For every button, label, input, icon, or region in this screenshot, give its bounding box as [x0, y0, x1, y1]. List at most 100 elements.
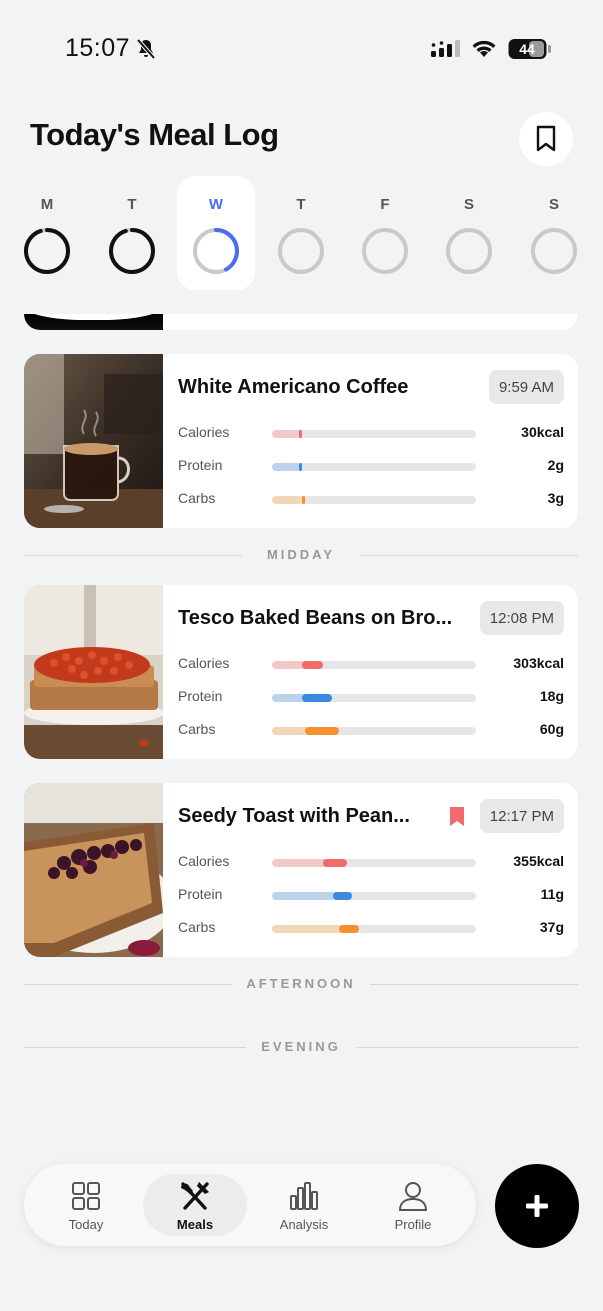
section-label: AFTERNOON: [246, 976, 356, 991]
meal-time[interactable]: 12:17 PM: [479, 799, 564, 833]
meal-name: White Americano Coffee: [178, 376, 409, 398]
section-divider-midday: MIDDAY: [24, 545, 578, 565]
carbs-row: Carbs 60g: [178, 721, 564, 741]
day-progress-ring: [446, 228, 492, 274]
meal-card-partial[interactable]: [24, 314, 578, 330]
day-progress-ring: [531, 228, 577, 274]
calories-row: Calories 303kcal: [178, 655, 564, 675]
tab-analysis[interactable]: Analysis: [252, 1174, 356, 1236]
bookmark-icon: [536, 125, 556, 152]
tab-label: Analysis: [279, 1217, 329, 1232]
day-label: S: [548, 196, 559, 213]
day-label: S: [463, 196, 474, 213]
bar-chart-icon: [288, 1180, 320, 1217]
day-progress-ring: [362, 228, 408, 274]
calories-label: Calories: [178, 424, 230, 440]
day-progress-ring: [278, 228, 324, 274]
bottom-tab-bar: Today Meals Analysis Profile: [24, 1164, 476, 1246]
section-divider-evening: EVENING: [24, 1037, 578, 1057]
calories-label: Calories: [178, 655, 230, 671]
meal-photo-toast: [24, 783, 174, 957]
carbs-label: Carbs: [178, 490, 216, 506]
meal-photo-beans: [24, 585, 164, 759]
day-label: M: [40, 196, 54, 213]
calories-bar: [272, 859, 476, 867]
meal-name: Seedy Toast with Pean...: [178, 805, 410, 827]
meal-card[interactable]: Tesco Baked Beans on Bro... 12:08 PM Cal…: [24, 585, 578, 759]
day-0[interactable]: M: [8, 176, 86, 290]
meal-photo-coffee: [24, 354, 164, 528]
protein-row: Protein 2g: [178, 457, 564, 477]
calories-row: Calories 355kcal: [178, 853, 564, 873]
section-divider-afternoon: AFTERNOON: [24, 974, 578, 994]
meal-card[interactable]: White Americano Coffee 9:59 AM Calories …: [24, 354, 578, 528]
meal-photo: [24, 314, 163, 330]
week-selector: MTWTFSS: [0, 176, 603, 292]
carbs-label: Carbs: [178, 919, 216, 935]
page-title: Today's Meal Log: [30, 117, 279, 152]
day-5[interactable]: S: [430, 176, 508, 290]
carbs-row: Carbs 3g: [178, 490, 564, 510]
wifi-icon: [470, 37, 498, 64]
tab-label: Meals: [176, 1217, 214, 1232]
tab-meals[interactable]: Meals: [143, 1174, 247, 1236]
day-label: T: [296, 196, 306, 213]
day-progress-ring: [24, 228, 70, 274]
protein-bar: [272, 694, 476, 702]
tab-today[interactable]: Today: [34, 1174, 138, 1236]
person-icon: [397, 1180, 429, 1217]
carbs-label: Carbs: [178, 721, 216, 737]
add-meal-button[interactable]: [495, 1164, 579, 1248]
bookmark-filled-icon[interactable]: [450, 807, 464, 831]
protein-row: Protein 11g: [178, 886, 564, 906]
calories-label: Calories: [178, 853, 230, 869]
carbs-bar: [272, 727, 476, 735]
meal-name: Tesco Baked Beans on Bro...: [178, 607, 453, 629]
tab-label: Profile: [394, 1217, 432, 1232]
calories-bar: [272, 661, 476, 669]
day-progress-ring: [109, 228, 155, 274]
protein-bar: [272, 892, 476, 900]
bell-muted-icon: [134, 37, 158, 66]
day-3[interactable]: T: [262, 176, 340, 290]
status-time: 15:07: [65, 34, 131, 62]
day-2[interactable]: W: [177, 176, 255, 290]
day-label: F: [380, 196, 390, 213]
fork-knife-icon: [179, 1180, 211, 1217]
day-progress-ring: [193, 228, 239, 274]
protein-label: Protein: [178, 688, 223, 704]
tab-profile[interactable]: Profile: [361, 1174, 465, 1236]
carbs-value: 60g: [539, 721, 564, 737]
day-4[interactable]: F: [346, 176, 424, 290]
protein-value: 2g: [547, 457, 564, 473]
battery-icon: 44: [508, 38, 551, 59]
calories-value: 355kcal: [513, 853, 564, 869]
carbs-value: 37g: [539, 919, 564, 935]
protein-value: 11g: [540, 886, 564, 902]
calories-value: 303kcal: [513, 655, 564, 671]
section-label: MIDDAY: [266, 547, 336, 562]
protein-bar: [272, 463, 476, 471]
status-bar: 15:07 44: [0, 0, 603, 96]
calories-bar: [272, 430, 476, 438]
day-1[interactable]: T: [93, 176, 171, 290]
protein-label: Protein: [178, 886, 223, 902]
meal-card[interactable]: Seedy Toast with Pean... 12:17 PM Calori…: [24, 783, 578, 957]
carbs-bar: [272, 496, 476, 504]
protein-row: Protein 18g: [178, 688, 564, 708]
saved-meals-button[interactable]: [519, 112, 573, 166]
calories-value: 30kcal: [521, 424, 564, 440]
calories-row: Calories 30kcal: [178, 424, 564, 444]
meal-feed[interactable]: White Americano Coffee 9:59 AM Calories …: [0, 314, 603, 1154]
day-label: W: [208, 196, 224, 213]
protein-value: 18g: [539, 688, 564, 704]
meal-time[interactable]: 12:08 PM: [479, 601, 564, 635]
carbs-bar: [272, 925, 476, 933]
day-label: T: [127, 196, 137, 213]
protein-label: Protein: [178, 457, 223, 473]
meal-time[interactable]: 9:59 AM: [488, 370, 564, 404]
section-label: EVENING: [261, 1039, 341, 1054]
battery-level: 44: [519, 41, 535, 57]
carbs-value: 3g: [547, 490, 564, 506]
day-6[interactable]: S: [515, 176, 593, 290]
